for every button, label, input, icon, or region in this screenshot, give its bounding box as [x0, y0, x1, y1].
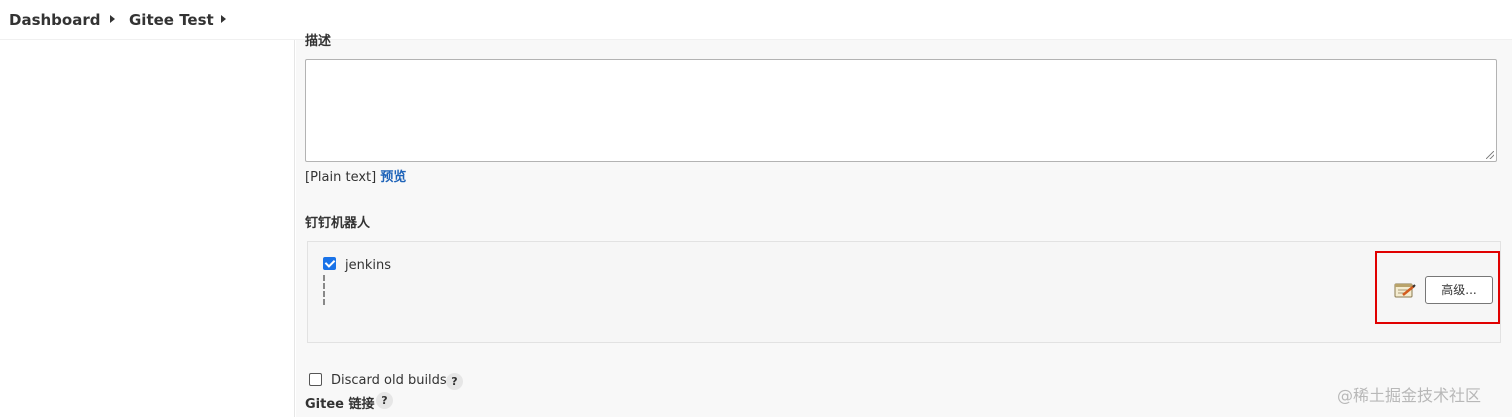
description-label: 描述 — [305, 34, 332, 49]
breadcrumb-gitee-test[interactable]: Gitee Test — [129, 11, 214, 29]
chevron-right-icon[interactable] — [110, 15, 115, 23]
dingtalk-robot-label: 钉钉机器人 — [305, 216, 371, 231]
resize-grip-icon[interactable] — [1486, 151, 1494, 159]
preview-link[interactable]: 预览 — [380, 170, 406, 185]
jenkins-robot-label: jenkins — [345, 258, 392, 273]
dashed-connector — [323, 275, 325, 305]
jenkins-robot-checkbox[interactable] — [323, 257, 336, 270]
help-icon[interactable]: ? — [376, 392, 393, 409]
advanced-button[interactable]: 高级... — [1425, 276, 1493, 304]
highlight-box: 高级... — [1375, 251, 1500, 324]
sidebar — [0, 40, 295, 417]
discard-old-builds-checkbox[interactable] — [309, 373, 322, 386]
breadcrumb-bar: Dashboard Gitee Test — [0, 0, 1512, 40]
plain-text-label: [Plain text] — [305, 170, 377, 185]
gitee-link-label: Gitee 链接 — [305, 397, 375, 412]
notepad-edit-icon[interactable] — [1394, 281, 1416, 299]
format-line: [Plain text] 预览 — [305, 166, 406, 185]
config-form: 描述 [Plain text] 预览 钉钉机器人 jenkins 高级... D… — [296, 34, 1512, 417]
discard-old-builds-label: Discard old builds — [331, 373, 447, 388]
watermark: @稀土掘金技术社区 — [1337, 386, 1482, 405]
breadcrumb-dashboard[interactable]: Dashboard — [9, 11, 100, 29]
chevron-right-icon[interactable] — [221, 15, 226, 23]
help-icon[interactable]: ? — [446, 373, 463, 390]
dingtalk-robot-panel: jenkins 高级... — [307, 241, 1501, 343]
description-textarea[interactable] — [305, 59, 1497, 162]
